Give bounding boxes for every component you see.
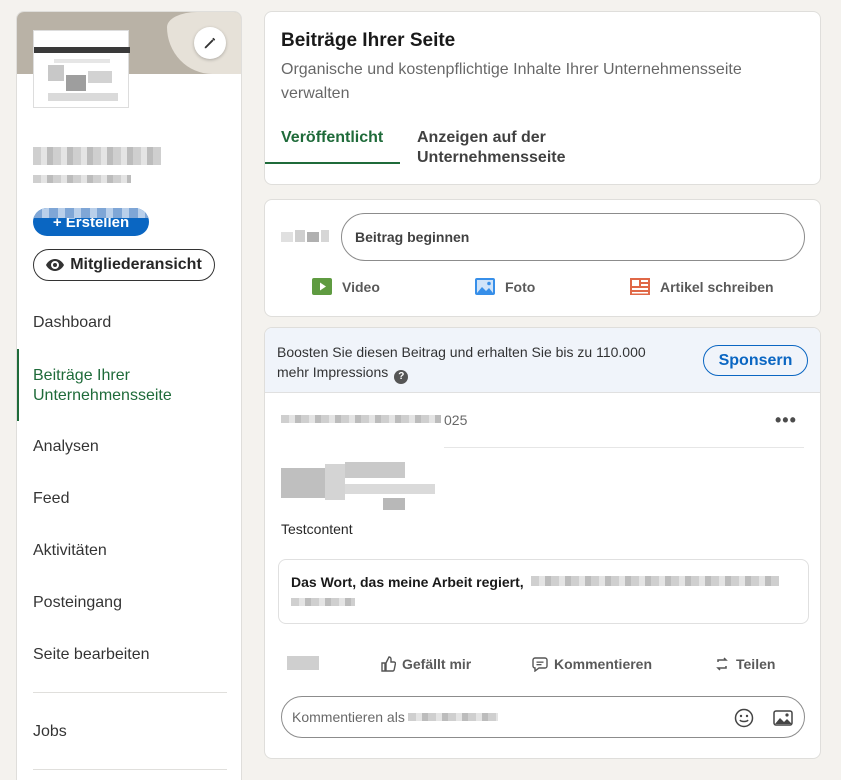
nav-analytics[interactable]: Analysen [33,438,99,456]
page-subtitle: Organische und kostenpflichtige Inhalte … [281,61,742,102]
active-tab-underline [265,162,400,164]
repost-label: Teilen [736,656,776,672]
pencil-icon [204,37,216,49]
comment-input[interactable]: Kommentieren als [281,696,805,738]
quoted-article[interactable]: Das Wort, das meine Arbeit regiert, [278,559,809,624]
nav-activity[interactable]: Aktivitäten [33,542,107,560]
post-date-blurred [281,415,441,423]
boost-text: Boosten Sie diesen Beitrag und erhalten … [277,342,677,384]
more-options-icon[interactable]: ••• [775,411,797,429]
like-button[interactable]: Gefällt mir [380,656,471,672]
nav-dashboard[interactable]: Dashboard [33,314,111,332]
boost-banner: Boosten Sie diesen Beitrag und erhalten … [265,328,820,393]
quote-blurred [531,576,779,586]
photo-button[interactable]: Foto [475,278,535,295]
video-button[interactable]: Video [312,278,380,295]
tab-published[interactable]: Veröffentlicht [281,128,383,148]
video-label: Video [342,278,380,295]
video-icon [312,278,332,295]
page-title: Beiträge Ihrer Seite [281,30,456,51]
company-name-blurred [33,147,161,165]
sponsor-label: Sponsern [718,351,793,369]
post-divider [444,447,804,448]
image-icon[interactable] [773,708,793,728]
active-nav-indicator [17,349,19,421]
nav-jobs[interactable]: Jobs [33,723,67,741]
quote-title: Das Wort, das meine Arbeit regiert, [291,574,524,590]
company-logo[interactable] [33,30,130,108]
member-view-label: Mitgliederansicht [70,256,202,273]
nav-feed[interactable]: Feed [33,490,69,508]
post-composer: Beitrag beginnen Video Foto Artikel schr… [264,199,821,317]
member-view-button[interactable]: Mitgliederansicht [33,249,215,281]
help-icon[interactable]: ? [394,370,409,384]
photo-icon [475,278,495,295]
nav-page-posts[interactable]: Beiträge Ihrer Unternehmensseite [33,366,223,406]
photo-label: Foto [505,278,536,295]
post-card: Boosten Sie diesen Beitrag und erhalten … [264,327,821,759]
quote-blurred [291,598,355,606]
article-icon [630,278,650,295]
repost-button[interactable]: Teilen [714,656,775,672]
nav-divider [33,769,227,770]
emoji-icon[interactable] [734,708,754,728]
edit-page-button[interactable] [194,27,226,59]
boost-message: Boosten Sie diesen Beitrag und erhalten … [277,344,646,380]
company-meta-blurred [33,175,131,183]
repost-icon [716,657,728,671]
create-button[interactable]: + Erstellen [33,208,149,236]
eye-icon [46,259,65,271]
start-post-input[interactable]: Beitrag beginnen [341,213,805,261]
comment-button[interactable]: Kommentieren [532,656,652,672]
like-label: Gefällt mir [402,656,472,672]
reaction-count-blurred [287,656,319,670]
page-posts-header: Beiträge Ihrer Seite Organische und kost… [264,11,821,185]
company-sidebar: + Erstellen Mitgliederansicht Dashboard … [16,11,242,780]
sponsor-button[interactable]: Sponsern [703,345,808,376]
article-label: Artikel schreiben [660,278,774,295]
tab-page-ads[interactable]: Anzeigen auf der Unternehmensseite [417,128,597,168]
commenter-blurred [408,713,498,721]
post-body: Testcontent [281,521,353,537]
comment-icon [532,657,548,672]
write-article-button[interactable]: Artikel schreiben [630,278,774,295]
nav-divider [33,692,227,693]
comment-placeholder: Kommentieren als [292,709,405,725]
start-post-placeholder: Beitrag beginnen [355,229,470,245]
post-date: 025 [444,412,468,428]
comment-label: Kommentieren [554,656,653,672]
nav-inbox[interactable]: Posteingang [33,594,122,612]
avatar [281,228,331,248]
nav-edit-page[interactable]: Seite bearbeiten [33,646,150,664]
like-icon [381,656,396,672]
